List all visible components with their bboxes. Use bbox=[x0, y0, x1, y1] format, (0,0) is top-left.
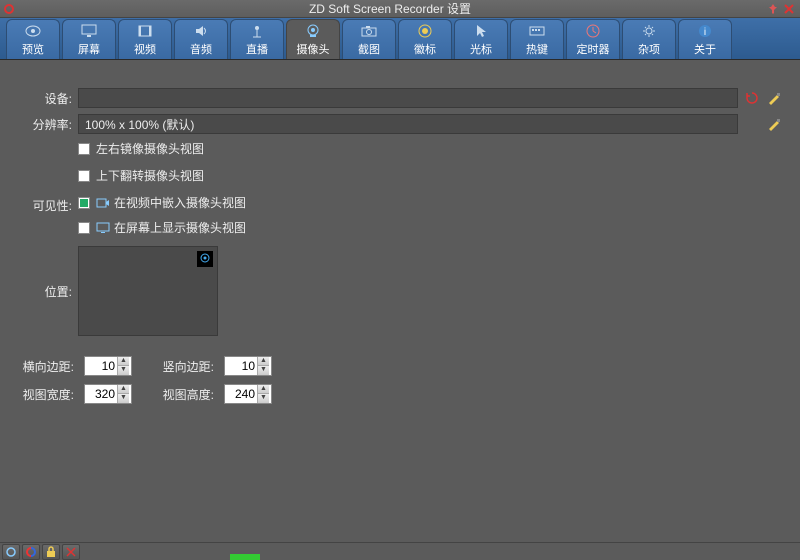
tab-label: 光标 bbox=[470, 41, 492, 57]
antenna-icon bbox=[249, 23, 265, 39]
device-label: 设备: bbox=[16, 90, 78, 107]
vwidth-label: 视图宽度: bbox=[16, 386, 78, 403]
vheight-label: 视图高度: bbox=[156, 386, 218, 403]
keyboard-icon bbox=[529, 23, 545, 39]
tab-label: 视频 bbox=[134, 41, 156, 57]
footer-indicator bbox=[230, 554, 260, 560]
tab-label: 热键 bbox=[526, 41, 548, 57]
tab-cursor[interactable]: 光标 bbox=[454, 19, 508, 59]
tab-video[interactable]: 视频 bbox=[118, 19, 172, 59]
status-bar bbox=[0, 542, 800, 560]
tab-webcam[interactable]: 摄像头 bbox=[286, 19, 340, 59]
record-icon bbox=[4, 4, 14, 14]
tab-about[interactable]: i 关于 bbox=[678, 19, 732, 59]
visibility-label: 可见性: bbox=[16, 194, 78, 214]
vmargin-label: 竖向边距: bbox=[156, 358, 218, 375]
tab-screenshot[interactable]: 截图 bbox=[342, 19, 396, 59]
overlay-label: 在屏幕上显示摄像头视图 bbox=[114, 219, 246, 236]
device-refresh-button[interactable] bbox=[744, 90, 760, 106]
spin-up[interactable]: ▲ bbox=[117, 385, 129, 394]
vheight-value[interactable] bbox=[225, 387, 257, 401]
position-selector[interactable] bbox=[78, 246, 218, 336]
tab-label: 直播 bbox=[246, 41, 268, 57]
embed-checkbox[interactable] bbox=[78, 197, 90, 209]
tab-label: 预览 bbox=[22, 41, 44, 57]
device-field[interactable] bbox=[78, 88, 738, 108]
video-embed-icon bbox=[96, 196, 110, 210]
spin-up[interactable]: ▲ bbox=[257, 385, 269, 394]
tab-label: 定时器 bbox=[577, 41, 610, 57]
tab-label: 屏幕 bbox=[78, 41, 100, 57]
overlay-checkbox[interactable] bbox=[78, 222, 90, 234]
spin-down[interactable]: ▼ bbox=[117, 366, 129, 375]
position-label: 位置: bbox=[16, 283, 78, 300]
tab-timer[interactable]: 定时器 bbox=[566, 19, 620, 59]
tab-label: 摄像头 bbox=[297, 41, 330, 57]
camera-icon bbox=[361, 23, 377, 39]
tab-audio[interactable]: 音频 bbox=[174, 19, 228, 59]
spin-down[interactable]: ▼ bbox=[117, 394, 129, 403]
svg-text:i: i bbox=[704, 27, 706, 38]
tab-label: 徽标 bbox=[414, 41, 436, 57]
tab-label: 截图 bbox=[358, 41, 380, 57]
spin-up[interactable]: ▲ bbox=[257, 357, 269, 366]
vwidth-input[interactable]: ▲▼ bbox=[84, 384, 132, 404]
footer-btn-close[interactable] bbox=[62, 544, 80, 560]
vwidth-value[interactable] bbox=[85, 387, 117, 401]
resolution-field[interactable]: 100% x 100% (默认) bbox=[78, 114, 738, 134]
vheight-input[interactable]: ▲▼ bbox=[224, 384, 272, 404]
info-icon: i bbox=[697, 23, 713, 39]
footer-btn-1[interactable] bbox=[2, 544, 20, 560]
tab-hotkeys[interactable]: 热键 bbox=[510, 19, 564, 59]
speaker-icon bbox=[193, 23, 209, 39]
flip-label: 上下翻转摄像头视图 bbox=[96, 167, 204, 184]
hmargin-label: 横向边距: bbox=[16, 358, 78, 375]
mirror-checkbox[interactable] bbox=[78, 143, 90, 155]
footer-btn-lock[interactable] bbox=[42, 544, 60, 560]
spin-down[interactable]: ▼ bbox=[257, 394, 269, 403]
tab-label: 音频 bbox=[190, 41, 212, 57]
spin-up[interactable]: ▲ bbox=[117, 357, 129, 366]
embed-label: 在视频中嵌入摄像头视图 bbox=[114, 194, 246, 211]
tab-misc[interactable]: 杂项 bbox=[622, 19, 676, 59]
tab-logo[interactable]: 徽标 bbox=[398, 19, 452, 59]
resolution-config-button[interactable] bbox=[766, 116, 782, 132]
pin-button[interactable] bbox=[766, 2, 780, 16]
cursor-icon bbox=[473, 23, 489, 39]
position-top-right-icon[interactable] bbox=[197, 251, 213, 267]
tab-label: 关于 bbox=[694, 41, 716, 57]
clock-icon bbox=[585, 23, 601, 39]
flip-checkbox[interactable] bbox=[78, 170, 90, 182]
screen-overlay-icon bbox=[96, 221, 110, 235]
settings-panel: 设备: 分辨率: 100% x 100% (默认) 左右镜像摄像头视图 上下翻转… bbox=[0, 60, 800, 428]
film-icon bbox=[137, 23, 153, 39]
tab-preview[interactable]: 预览 bbox=[6, 19, 60, 59]
spin-down[interactable]: ▼ bbox=[257, 366, 269, 375]
tab-live[interactable]: 直播 bbox=[230, 19, 284, 59]
hmargin-value[interactable] bbox=[85, 359, 117, 373]
tab-bar: 预览 屏幕 视频 音频 直播 摄像头 截图 徽标 光标 热键 定时器 杂项 i关… bbox=[0, 18, 800, 60]
window-title: ZD Soft Screen Recorder 设置 bbox=[14, 0, 766, 17]
vmargin-value[interactable] bbox=[225, 359, 257, 373]
mirror-label: 左右镜像摄像头视图 bbox=[96, 140, 204, 157]
close-button[interactable] bbox=[782, 2, 796, 16]
monitor-icon bbox=[81, 23, 97, 39]
device-config-button[interactable] bbox=[766, 90, 782, 106]
vmargin-input[interactable]: ▲▼ bbox=[224, 356, 272, 376]
gear-icon bbox=[641, 23, 657, 39]
tab-screen[interactable]: 屏幕 bbox=[62, 19, 116, 59]
footer-btn-2[interactable] bbox=[22, 544, 40, 560]
webcam-icon bbox=[305, 23, 321, 39]
badge-icon bbox=[417, 23, 433, 39]
title-bar: ZD Soft Screen Recorder 设置 bbox=[0, 0, 800, 18]
tab-label: 杂项 bbox=[638, 41, 660, 57]
hmargin-input[interactable]: ▲▼ bbox=[84, 356, 132, 376]
resolution-label: 分辨率: bbox=[16, 116, 78, 133]
eye-icon bbox=[25, 23, 41, 39]
